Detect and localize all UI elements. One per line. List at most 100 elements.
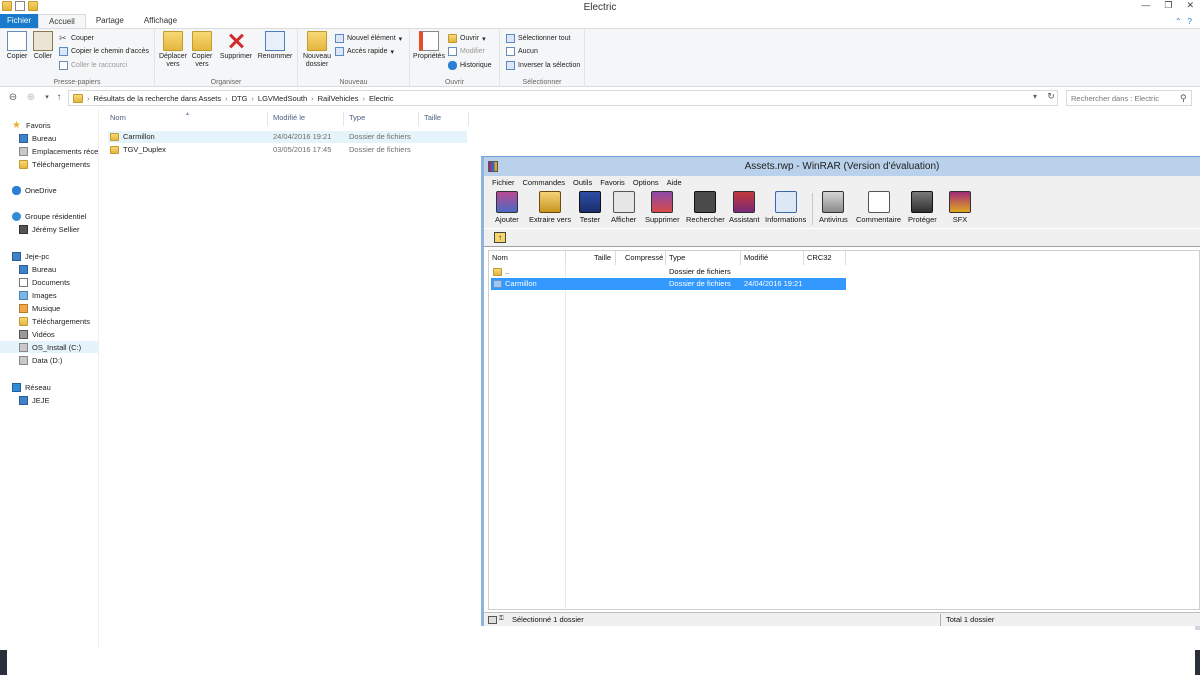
move-to-button[interactable]: Déplacer vers bbox=[158, 31, 188, 69]
nav-pc-drive-d[interactable]: Data (D:) bbox=[19, 354, 98, 366]
nav-onedrive[interactable]: OneDrive bbox=[12, 184, 98, 196]
menu-aide[interactable]: Aide bbox=[663, 176, 686, 190]
delete-button[interactable]: Supprimer bbox=[219, 31, 253, 61]
invert-selection-button[interactable]: Inverser la sélection bbox=[506, 61, 580, 70]
nav-fav-desktop[interactable]: Bureau bbox=[19, 132, 98, 144]
rename-button[interactable]: Renommer bbox=[256, 31, 294, 61]
paste-shortcut-button[interactable]: Coller le raccourci bbox=[59, 61, 127, 70]
tool-view-button[interactable]: Afficher bbox=[611, 191, 636, 224]
tool-info-button[interactable]: Informations bbox=[765, 191, 806, 224]
tab-fichier[interactable]: Fichier bbox=[0, 14, 39, 28]
nav-pc-images[interactable]: Images bbox=[19, 289, 98, 301]
copy-to-button[interactable]: Copier vers bbox=[189, 31, 215, 69]
nav-pc-downloads[interactable]: Téléchargements bbox=[19, 315, 98, 327]
column-divider[interactable] bbox=[615, 251, 616, 265]
wr-column-modified[interactable]: Modifié bbox=[744, 253, 768, 262]
wr-column-name[interactable]: Nom bbox=[492, 253, 508, 262]
column-divider[interactable] bbox=[740, 251, 741, 265]
nav-pc-documents[interactable]: Documents bbox=[19, 276, 98, 288]
breadcrumb-separator[interactable]: › bbox=[311, 94, 314, 103]
forward-icon[interactable]: ⊕ bbox=[24, 91, 38, 105]
open-button[interactable]: Ouvrir ▾ bbox=[448, 34, 486, 43]
tool-comment-button[interactable]: Commentaire bbox=[856, 191, 901, 224]
tool-wizard-button[interactable]: Assistant bbox=[729, 191, 759, 224]
nav-homegroup-user[interactable]: Jérémy Sellier bbox=[19, 223, 98, 235]
help-icon[interactable]: ? bbox=[1188, 17, 1192, 26]
easy-access-button[interactable]: Accès rapide ▾ bbox=[335, 47, 394, 56]
nav-network-jeje[interactable]: JEJE bbox=[19, 394, 98, 406]
new-folder-button[interactable]: Nouveau dossier bbox=[301, 31, 333, 69]
column-divider[interactable] bbox=[468, 112, 469, 126]
column-name[interactable]: Nom bbox=[110, 113, 126, 122]
tab-accueil[interactable]: Accueil bbox=[38, 14, 86, 28]
edit-button[interactable]: Modifier bbox=[448, 47, 485, 56]
file-row-carmillon[interactable]: Carmillon 24/04/2016 19:21 Dossier de fi… bbox=[108, 131, 467, 143]
breadcrumb-item[interactable]: DTG bbox=[232, 94, 248, 103]
breadcrumb-separator[interactable]: › bbox=[225, 94, 228, 103]
nav-favorites[interactable]: ★ Favoris bbox=[12, 119, 98, 131]
column-divider[interactable] bbox=[565, 251, 566, 265]
breadcrumb-item[interactable]: Résultats de la recherche dans Assets bbox=[94, 94, 222, 103]
file-row-tgv-duplex[interactable]: TGV_Duplex 03/05/2016 17:45 Dossier de f… bbox=[108, 144, 467, 156]
tool-test-button[interactable]: Tester bbox=[579, 191, 601, 224]
menu-favoris[interactable]: Favoris bbox=[596, 176, 629, 190]
up-icon[interactable]: ↑ bbox=[52, 91, 66, 105]
collapse-ribbon-icon[interactable]: ⌃ bbox=[1175, 17, 1182, 26]
copy-button[interactable]: Copier bbox=[5, 31, 29, 61]
tool-sfx-button[interactable]: SFX bbox=[949, 191, 971, 224]
minimize-icon[interactable]: — bbox=[1141, 0, 1150, 11]
tool-protect-button[interactable]: Protéger bbox=[908, 191, 937, 224]
wr-row-carmillon[interactable]: Carmillon Dossier de fichiers 24/04/2016… bbox=[491, 278, 846, 290]
back-icon[interactable]: ⊖ bbox=[6, 91, 20, 105]
tab-partage[interactable]: Partage bbox=[86, 14, 134, 28]
column-type[interactable]: Type bbox=[349, 113, 365, 122]
menu-fichier[interactable]: Fichier bbox=[484, 176, 519, 190]
search-icon[interactable]: ⚲ bbox=[1180, 93, 1187, 104]
search-input[interactable]: Rechercher dans : Electric bbox=[1066, 90, 1192, 106]
tool-add-button[interactable]: Ajouter bbox=[495, 191, 519, 224]
new-item-button[interactable]: Nouvel élément ▾ bbox=[335, 34, 402, 43]
up-folder-icon[interactable]: ↑ bbox=[494, 232, 506, 243]
tool-extract-button[interactable]: Extraire vers bbox=[529, 191, 571, 224]
menu-outils[interactable]: Outils bbox=[569, 176, 596, 190]
breadcrumb-separator[interactable]: › bbox=[251, 94, 254, 103]
address-bar[interactable]: › Résultats de la recherche dans Assets … bbox=[68, 90, 1058, 106]
wr-row-parent[interactable]: .. Dossier de fichiers bbox=[491, 266, 846, 278]
column-divider[interactable] bbox=[267, 112, 268, 126]
column-modified[interactable]: Modifié le bbox=[273, 113, 305, 122]
breadcrumb-item[interactable]: RailVehicles bbox=[318, 94, 359, 103]
nav-pc-music[interactable]: Musique bbox=[19, 302, 98, 314]
column-divider[interactable] bbox=[803, 251, 804, 265]
column-divider[interactable] bbox=[418, 112, 419, 126]
history-button[interactable]: Historique bbox=[448, 61, 492, 70]
nav-this-pc[interactable]: Jeje-pc bbox=[12, 250, 98, 262]
wr-column-type[interactable]: Type bbox=[669, 253, 685, 262]
nav-homegroup[interactable]: Groupe résidentiel bbox=[12, 210, 98, 222]
menu-options[interactable]: Options bbox=[629, 176, 663, 190]
column-divider[interactable] bbox=[343, 112, 344, 126]
breadcrumb-separator[interactable]: › bbox=[362, 94, 365, 103]
nav-network[interactable]: Réseau bbox=[12, 381, 98, 393]
nav-fav-recent[interactable]: Emplacements récents bbox=[19, 145, 98, 157]
nav-pc-videos[interactable]: Vidéos bbox=[19, 328, 98, 340]
refresh-icon[interactable]: ↻ bbox=[1044, 91, 1058, 105]
wr-column-packed[interactable]: Compressé bbox=[625, 253, 663, 262]
tool-delete-button[interactable]: Supprimer bbox=[645, 191, 680, 224]
column-divider[interactable] bbox=[845, 251, 846, 265]
wr-column-crc32[interactable]: CRC32 bbox=[807, 253, 832, 262]
maximize-icon[interactable]: ❐ bbox=[1164, 0, 1172, 11]
tab-affichage[interactable]: Affichage bbox=[134, 14, 187, 28]
column-size[interactable]: Taille bbox=[424, 113, 441, 122]
select-none-button[interactable]: Aucun bbox=[506, 47, 538, 56]
address-dropdown-icon[interactable]: ▾ bbox=[1033, 92, 1037, 101]
nav-pc-desktop[interactable]: Bureau bbox=[19, 263, 98, 275]
breadcrumb-item[interactable]: LGVMedSouth bbox=[258, 94, 307, 103]
select-all-button[interactable]: Sélectionner tout bbox=[506, 34, 571, 43]
nav-pc-drive-c[interactable]: OS_Install (C:) bbox=[0, 341, 98, 353]
winrar-title-bar[interactable]: Assets.rwp - WinRAR (Version d'évaluatio… bbox=[484, 157, 1200, 176]
close-icon[interactable]: ✕ bbox=[1186, 0, 1194, 11]
tool-find-button[interactable]: Rechercher bbox=[686, 191, 725, 224]
breadcrumb-item[interactable]: Electric bbox=[369, 94, 394, 103]
tool-antivirus-button[interactable]: Antivirus bbox=[819, 191, 848, 224]
paste-button[interactable]: Coller bbox=[31, 31, 55, 61]
